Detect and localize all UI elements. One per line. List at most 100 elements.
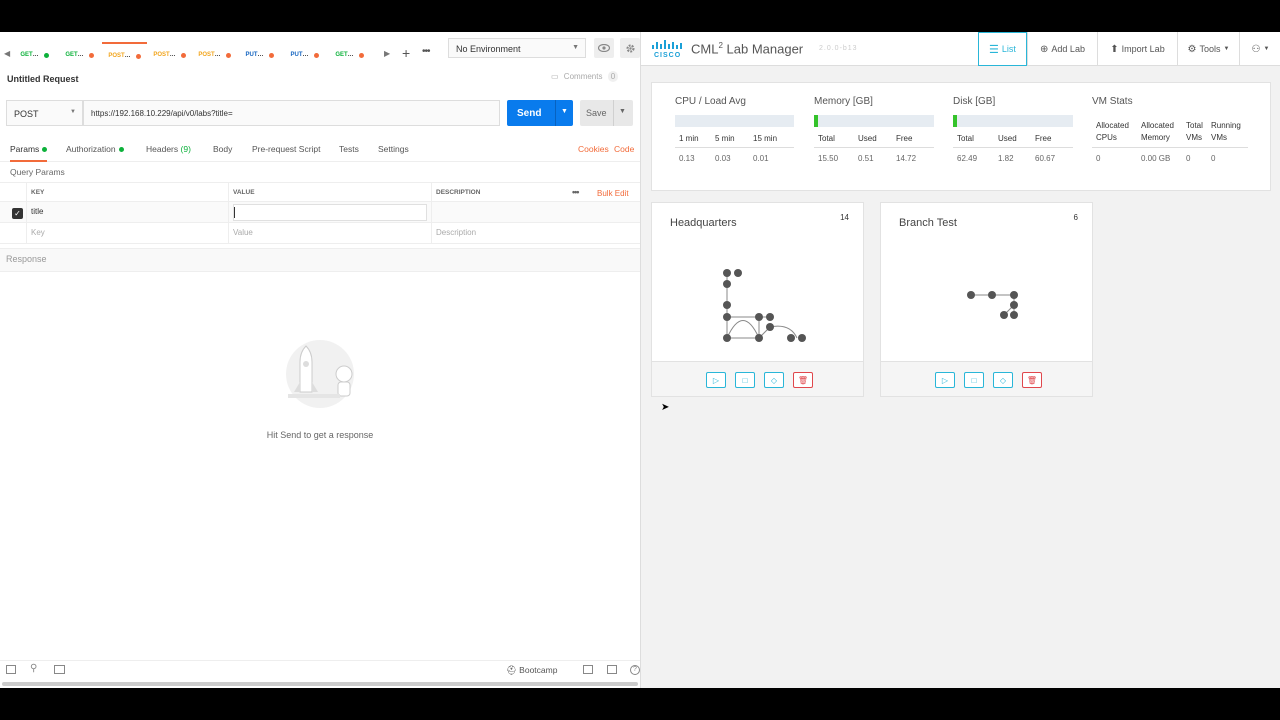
- cookies-link[interactable]: Cookies: [578, 144, 609, 154]
- lab-card-headquarters[interactable]: Headquarters 14 ▷ □ ◇ 🗑: [651, 202, 864, 397]
- eraser-icon: ◇: [999, 375, 1007, 385]
- layout-icon[interactable]: [583, 665, 593, 674]
- method-select[interactable]: POST ▼: [6, 100, 83, 126]
- row-checkbox[interactable]: ✓: [12, 208, 23, 219]
- tab-prerequest[interactable]: Pre-request Script: [252, 144, 321, 154]
- send-button[interactable]: Send ▼: [507, 100, 573, 126]
- eye-icon[interactable]: [594, 38, 614, 58]
- method-label: POST: [14, 109, 39, 119]
- nav-tools-button[interactable]: ⚙ Tools ▼: [1177, 32, 1239, 66]
- tab-headers[interactable]: Headers (9): [146, 144, 191, 154]
- tab-authorization[interactable]: Authorization: [66, 144, 124, 154]
- nav-add-lab-button[interactable]: ⊕ Add Lab: [1027, 32, 1097, 66]
- request-tab-ellipsis: …: [77, 52, 84, 58]
- vm-value: 0: [1096, 154, 1101, 163]
- request-title: Untitled Request: [7, 74, 79, 84]
- send-options-chevron-icon[interactable]: ▼: [561, 108, 568, 115]
- lab-actions: ▷ □ ◇ 🗑: [652, 361, 863, 396]
- request-tab-method: POST: [108, 53, 125, 59]
- vm-header-line: Allocated: [1141, 121, 1174, 130]
- request-tab-ellipsis: …: [347, 52, 354, 58]
- sidebar-toggle-icon[interactable]: [6, 665, 16, 674]
- search-icon[interactable]: ⚲: [30, 663, 37, 674]
- memory-value: 15.50: [818, 154, 839, 163]
- top-navbar: CISCO CML2 Lab Manager 2.0.0-b13 ☰ List ⊕…: [641, 32, 1280, 66]
- table-options-icon[interactable]: •••: [572, 187, 580, 197]
- tab-options-icon[interactable]: •••: [422, 46, 430, 57]
- request-tab[interactable]: GET …: [327, 42, 372, 68]
- start-lab-button[interactable]: ▷: [935, 372, 955, 388]
- unsaved-dot: [358, 52, 364, 58]
- wipe-lab-button[interactable]: ◇: [764, 372, 784, 388]
- tab-tests[interactable]: Tests: [339, 144, 359, 154]
- request-tab[interactable]: POST …: [192, 42, 237, 68]
- lab-card-branch-test[interactable]: Branch Test 6 ▷ □ ◇ 🗑: [880, 202, 1093, 397]
- new-description-input[interactable]: Description: [431, 223, 640, 243]
- query-params-title: Query Params: [10, 167, 65, 177]
- unsaved-dot: [313, 52, 319, 58]
- cpu-value: 0.01: [753, 154, 769, 163]
- caret-down-icon: ▼: [1263, 46, 1270, 52]
- bootcamp-button[interactable]: ⛑ Bootcamp: [506, 665, 557, 676]
- stop-lab-button[interactable]: □: [964, 372, 984, 388]
- memory-header: Used: [858, 134, 877, 143]
- start-lab-button[interactable]: ▷: [706, 372, 726, 388]
- play-icon: ▷: [941, 375, 949, 385]
- tab-scroll-right-icon[interactable]: ▶: [384, 49, 390, 58]
- param-value-input[interactable]: [233, 204, 427, 221]
- disk-title: Disk [GB]: [953, 96, 996, 107]
- bulk-edit-link[interactable]: Bulk Edit: [597, 189, 629, 198]
- user-icon: ⚇: [1251, 43, 1261, 55]
- console-icon[interactable]: [54, 665, 65, 674]
- new-key-input[interactable]: Key: [26, 223, 228, 243]
- nav-add-lab-label: Add Lab: [1051, 44, 1085, 54]
- bootcamp-icon: ⛑: [506, 665, 517, 675]
- horizontal-scrollbar[interactable]: [2, 682, 638, 686]
- lab-topology-preview: [961, 283, 1021, 328]
- disk-header: Used: [998, 134, 1017, 143]
- comments-count: 0: [607, 71, 619, 82]
- request-tab[interactable]: PUT …: [237, 42, 282, 68]
- param-description-cell[interactable]: [431, 202, 640, 222]
- tab-params[interactable]: Params: [10, 144, 48, 162]
- param-key-cell[interactable]: title: [26, 202, 228, 222]
- request-tab[interactable]: PUT …: [282, 42, 327, 68]
- help-icon[interactable]: ?: [630, 665, 640, 675]
- environment-select[interactable]: No Environment ▼: [448, 38, 586, 58]
- comments-button[interactable]: ▭ Comments 0: [551, 71, 619, 82]
- tab-scroll-left-icon[interactable]: ◀: [4, 49, 10, 58]
- request-tab-ellipsis: …: [32, 52, 39, 58]
- svg-text:CISCO: CISCO: [654, 52, 681, 58]
- nav-import-lab-button[interactable]: ⬆ Import Lab: [1097, 32, 1177, 66]
- new-tab-button[interactable]: +: [402, 45, 410, 61]
- tab-settings[interactable]: Settings: [378, 144, 409, 154]
- disk-value: 60.67: [1035, 154, 1056, 163]
- delete-lab-button[interactable]: 🗑: [793, 372, 813, 388]
- disk-value: 1.82: [998, 154, 1014, 163]
- tab-body[interactable]: Body: [213, 144, 232, 154]
- nav-list-button[interactable]: ☰ List: [978, 32, 1027, 66]
- keyboard-icon[interactable]: [607, 665, 617, 674]
- plus-circle-icon: ⊕: [1040, 43, 1049, 55]
- unsaved-dot: [268, 52, 274, 58]
- disk-usage-fill: [953, 115, 957, 127]
- request-tab[interactable]: POST …: [102, 42, 147, 68]
- new-value-input[interactable]: Value: [228, 223, 431, 243]
- request-tab[interactable]: GET …: [12, 42, 57, 68]
- save-options-chevron-icon[interactable]: ▼: [619, 108, 626, 115]
- gear-icon[interactable]: [620, 38, 640, 58]
- stop-lab-button[interactable]: □: [735, 372, 755, 388]
- wipe-lab-button[interactable]: ◇: [993, 372, 1013, 388]
- app-version: 2.0.0-b13: [819, 45, 858, 52]
- user-menu-button[interactable]: ⚇ ▼: [1239, 32, 1280, 66]
- url-input[interactable]: https://192.168.10.229/api/v0/labs?title…: [83, 100, 500, 126]
- delete-lab-button[interactable]: 🗑: [1022, 372, 1042, 388]
- code-link[interactable]: Code: [614, 144, 634, 154]
- lab-name: Headquarters: [670, 217, 737, 229]
- request-tab[interactable]: POST …: [147, 42, 192, 68]
- request-tab[interactable]: GET …: [57, 42, 102, 68]
- param-value-cell[interactable]: [228, 202, 431, 222]
- column-header-value: VALUE: [228, 183, 431, 201]
- save-button[interactable]: Save ▼: [580, 100, 633, 126]
- caret-down-icon: ▼: [1223, 46, 1230, 52]
